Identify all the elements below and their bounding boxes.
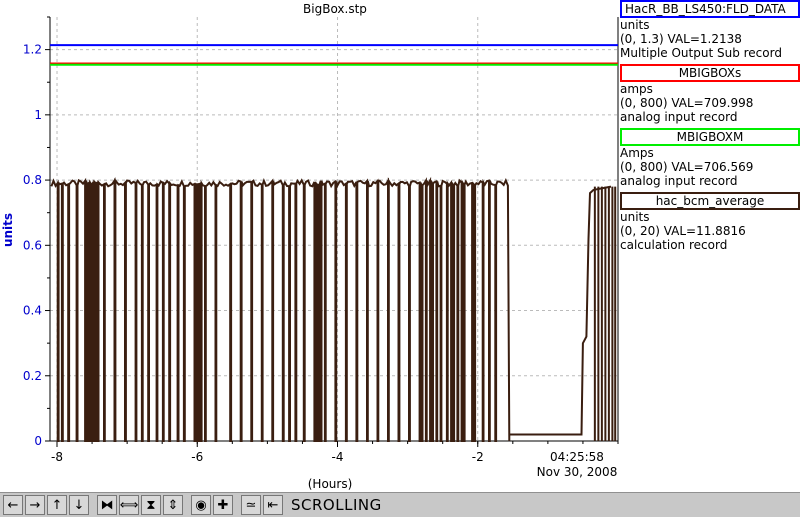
series-traces <box>50 44 618 442</box>
pan-left-icon[interactable]: ← <box>3 495 23 515</box>
x-tick-label: -4 <box>332 450 344 464</box>
legend-record-type: analog input record <box>620 174 738 188</box>
legend-range-value: (0, 1.3) VAL=1.2138 <box>620 32 742 46</box>
legend-entry-mbigboxm[interactable]: MBIGBOXM Amps (0, 800) VAL=706.569 analo… <box>620 128 800 188</box>
add-marker-icon[interactable]: ✚ <box>213 495 233 515</box>
x-tick-label: -6 <box>191 450 203 464</box>
toolbar: ← → ↑ ↓ ⧓ ⟺ ⧗ ⇕ ◉ ✚ ≃ ⇤ SCROLLING <box>0 492 800 517</box>
x-tick-label: -2 <box>472 450 484 464</box>
y-tick-label: 1.2 <box>23 43 42 57</box>
legend-range-value: (0, 800) VAL=709.998 <box>620 96 754 110</box>
legend-name-box[interactable]: MBIGBOXM <box>620 128 800 146</box>
legend-units: units <box>620 18 650 32</box>
zoom-in-vertical-icon[interactable]: ⧗ <box>141 495 161 515</box>
zoom-out-horizontal-icon[interactable]: ⟺ <box>119 495 139 515</box>
y-tick-label: 1 <box>34 108 42 122</box>
legend-units: Amps <box>620 146 654 160</box>
date-label: Nov 30, 2008 <box>537 465 618 479</box>
zoom-out-vertical-icon[interactable]: ⇕ <box>163 495 183 515</box>
legend-name-box[interactable]: HacR_BB_LS450:FLD_DATA <box>620 0 800 18</box>
pan-down-icon[interactable]: ↓ <box>69 495 89 515</box>
legend-panel: HacR_BB_LS450:FLD_DATA units (0, 1.3) VA… <box>620 0 800 256</box>
legend-entry-bcm-average[interactable]: hac_bcm_average units (0, 20) VAL=11.881… <box>620 192 800 252</box>
legend-record-type: Multiple Output Sub record <box>620 46 782 60</box>
legend-range-value: (0, 800) VAL=706.569 <box>620 160 754 174</box>
auto-scale-icon[interactable]: ◉ <box>191 495 211 515</box>
y-axis-label: units <box>1 213 15 247</box>
x-axis-label: (Hours) <box>308 477 353 491</box>
legend-range-value: (0, 20) VAL=11.8816 <box>620 224 746 238</box>
legend-entry-fld-data[interactable]: HacR_BB_LS450:FLD_DATA units (0, 1.3) VA… <box>620 0 800 60</box>
y-tick-label: 0.4 <box>23 304 42 318</box>
legend-name-box[interactable]: MBIGBOXs <box>620 64 800 82</box>
x-tick-label: -8 <box>51 450 63 464</box>
legend-record-type: calculation record <box>620 238 728 252</box>
legend-units: units <box>620 210 650 224</box>
legend-entry-mbigboxs[interactable]: MBIGBOXs amps (0, 800) VAL=709.998 analo… <box>620 64 800 124</box>
scroll-status: SCROLLING <box>291 496 382 514</box>
time-label: 04:25:58 <box>550 450 604 464</box>
legend-name-box[interactable]: hac_bcm_average <box>620 192 800 210</box>
series-line-3 <box>50 176 612 442</box>
trend-mode-icon[interactable]: ≃ <box>241 495 261 515</box>
zoom-in-horizontal-icon[interactable]: ⧓ <box>97 495 117 515</box>
y-tick-label: 0 <box>34 434 42 448</box>
legend-record-type: analog input record <box>620 110 738 124</box>
legend-units: amps <box>620 82 653 96</box>
y-tick-label: 0.2 <box>23 369 42 383</box>
chart-title: BigBox.stp <box>303 2 367 16</box>
back-to-live-icon[interactable]: ⇤ <box>263 495 283 515</box>
pan-up-icon[interactable]: ↑ <box>47 495 67 515</box>
y-tick-label: 0.8 <box>23 173 42 187</box>
y-tick-label: 0.6 <box>23 238 42 252</box>
pan-right-icon[interactable]: → <box>25 495 45 515</box>
